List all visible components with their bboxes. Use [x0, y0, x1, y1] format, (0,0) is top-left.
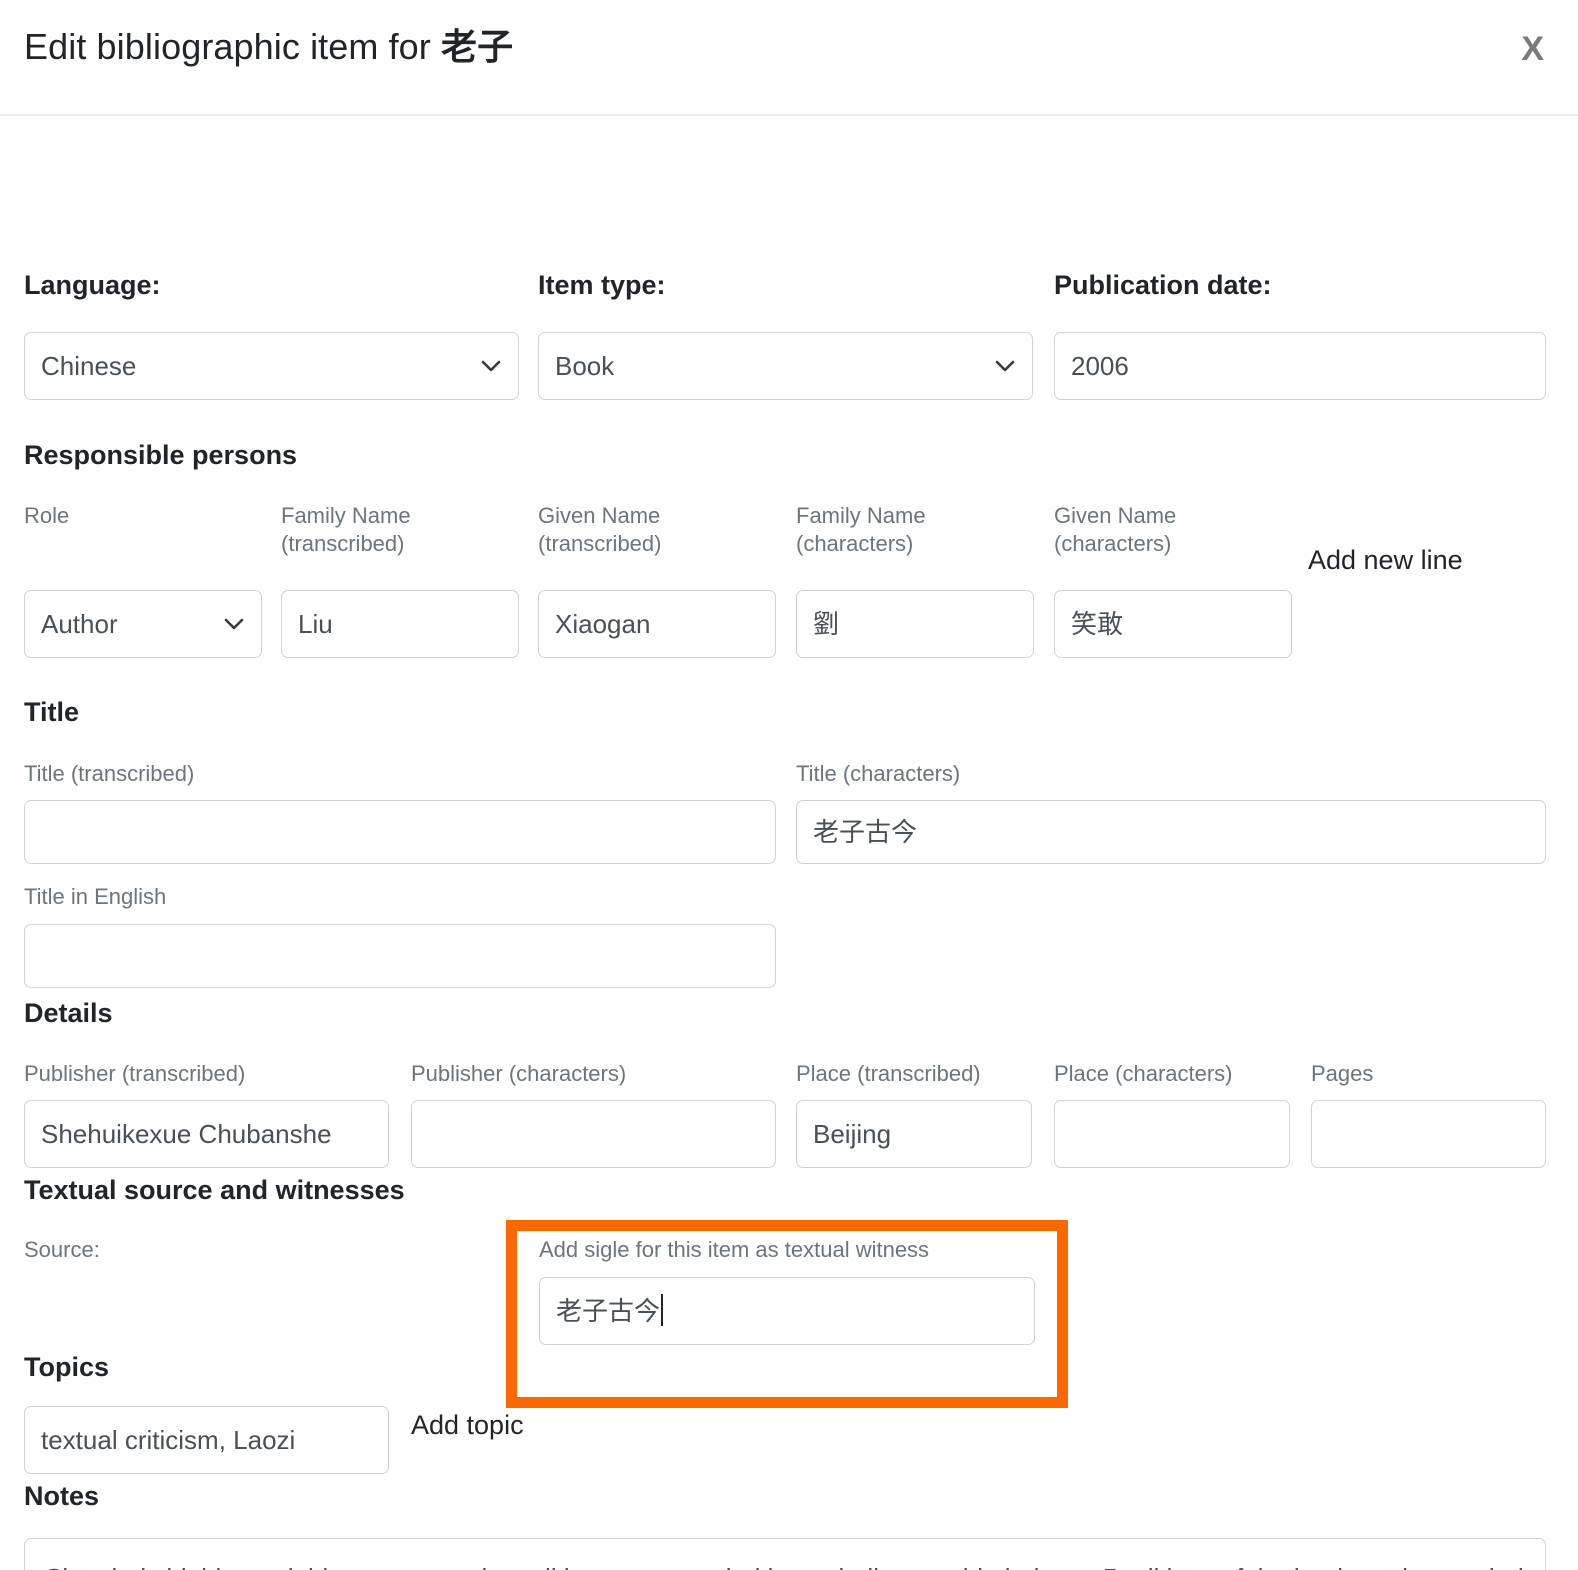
- publication-date-label: Publication date:: [1054, 270, 1272, 300]
- publisher-characters-input[interactable]: [411, 1100, 776, 1168]
- role-select-value: Author: [24, 590, 262, 658]
- family-name-transcribed-label-line2: (transcribed): [281, 530, 405, 556]
- item-type-select-value: Book: [538, 332, 1033, 400]
- title-transcribed-input[interactable]: [24, 800, 776, 864]
- sigle-value: 老子古今: [556, 1296, 661, 1326]
- place-characters-input[interactable]: [1054, 1100, 1290, 1168]
- publication-date-value: 2006: [1054, 332, 1546, 400]
- title-english-value: [24, 924, 776, 988]
- notes-heading: Notes: [24, 1481, 100, 1511]
- notes-textarea[interactable]: Singularly highly readable argumentative…: [24, 1538, 1546, 1570]
- topics-heading: Topics: [24, 1352, 110, 1382]
- given-name-transcribed-label-line1: Given Name: [538, 503, 661, 528]
- dialog-title-item: 老子: [441, 26, 514, 67]
- sigle-input[interactable]: 老子古今: [539, 1277, 1035, 1345]
- role-label-line1: Role: [24, 503, 70, 528]
- publication-date-input[interactable]: 2006: [1054, 332, 1546, 400]
- place-transcribed-value: Beijing: [796, 1100, 1032, 1168]
- family-name-characters-label: Family Name (characters): [796, 502, 926, 557]
- title-characters-input[interactable]: 老子古今: [796, 800, 1546, 864]
- title-section-heading: Title: [24, 697, 80, 727]
- language-label: Language:: [24, 270, 161, 300]
- topic-input[interactable]: textual criticism, Laozi: [24, 1406, 389, 1474]
- role-label: Role: [24, 502, 69, 530]
- family-name-characters-label-line1: Family Name: [796, 503, 926, 528]
- family-name-transcribed-value: Liu: [281, 590, 519, 658]
- place-characters-value: [1054, 1100, 1290, 1168]
- title-transcribed-label: Title (transcribed): [24, 761, 195, 786]
- dialog-header: Edit bibliographic item for 老子 X: [0, 0, 1578, 116]
- role-select[interactable]: Author: [24, 590, 262, 658]
- given-name-transcribed-label: Given Name (transcribed): [538, 502, 661, 557]
- pages-value: [1311, 1100, 1546, 1168]
- notes-value: Singularly highly readable argumentative…: [45, 1563, 1524, 1570]
- place-transcribed-label: Place (transcribed): [796, 1061, 981, 1086]
- family-name-characters-input[interactable]: 劉: [796, 590, 1034, 658]
- publisher-characters-label: Publisher (characters): [411, 1061, 627, 1086]
- sigle-value-wrap: 老子古今: [539, 1277, 1035, 1345]
- family-name-characters-value: 劉: [796, 590, 1034, 658]
- publisher-characters-value: [411, 1100, 776, 1168]
- add-new-line-button[interactable]: Add new line: [1308, 545, 1463, 576]
- given-name-characters-input[interactable]: 笑敢: [1054, 590, 1292, 658]
- given-name-transcribed-value: Xiaogan: [538, 590, 776, 658]
- place-characters-label: Place (characters): [1054, 1061, 1233, 1086]
- given-name-characters-label-line2: (characters): [1054, 530, 1172, 556]
- publisher-transcribed-value: Shehuikexue Chubanshe: [24, 1100, 389, 1168]
- pages-input[interactable]: [1311, 1100, 1546, 1168]
- title-characters-value: 老子古今: [796, 800, 1546, 864]
- given-name-transcribed-input[interactable]: Xiaogan: [538, 590, 776, 658]
- title-transcribed-value: [24, 800, 776, 864]
- language-select-value: Chinese: [24, 332, 519, 400]
- item-type-select[interactable]: Book: [538, 332, 1033, 400]
- publisher-transcribed-input[interactable]: Shehuikexue Chubanshe: [24, 1100, 389, 1168]
- family-name-characters-label-line2: (characters): [796, 530, 914, 556]
- topic-value: textual criticism, Laozi: [24, 1406, 389, 1474]
- details-heading: Details: [24, 998, 113, 1028]
- item-type-label: Item type:: [538, 270, 666, 300]
- pages-label: Pages: [1311, 1061, 1374, 1086]
- given-name-transcribed-label-line2: (transcribed): [538, 530, 662, 556]
- sigle-label: Add sigle for this item as textual witne…: [539, 1237, 930, 1262]
- dialog-title: Edit bibliographic item for 老子: [24, 18, 513, 70]
- publisher-transcribed-label: Publisher (transcribed): [24, 1061, 246, 1086]
- given-name-characters-label-line1: Given Name: [1054, 503, 1177, 528]
- title-english-input[interactable]: [24, 924, 776, 988]
- textual-source-heading: Textual source and witnesses: [24, 1175, 405, 1205]
- title-english-label: Title in English: [24, 884, 167, 909]
- responsible-persons-heading: Responsible persons: [24, 440, 298, 470]
- source-label: Source:: [24, 1237, 100, 1262]
- text-caret: [661, 1294, 664, 1326]
- dialog-title-prefix: Edit bibliographic item for: [24, 26, 441, 67]
- given-name-characters-label: Given Name (characters): [1054, 502, 1176, 557]
- add-topic-button[interactable]: Add topic: [411, 1410, 524, 1441]
- family-name-transcribed-input[interactable]: Liu: [281, 590, 519, 658]
- family-name-transcribed-label-line1: Family Name: [281, 503, 411, 528]
- language-select[interactable]: Chinese: [24, 332, 519, 400]
- family-name-transcribed-label: Family Name (transcribed): [281, 502, 411, 557]
- close-icon[interactable]: X: [1513, 28, 1552, 70]
- given-name-characters-value: 笑敢: [1054, 590, 1292, 658]
- title-characters-label: Title (characters): [796, 761, 961, 786]
- place-transcribed-input[interactable]: Beijing: [796, 1100, 1032, 1168]
